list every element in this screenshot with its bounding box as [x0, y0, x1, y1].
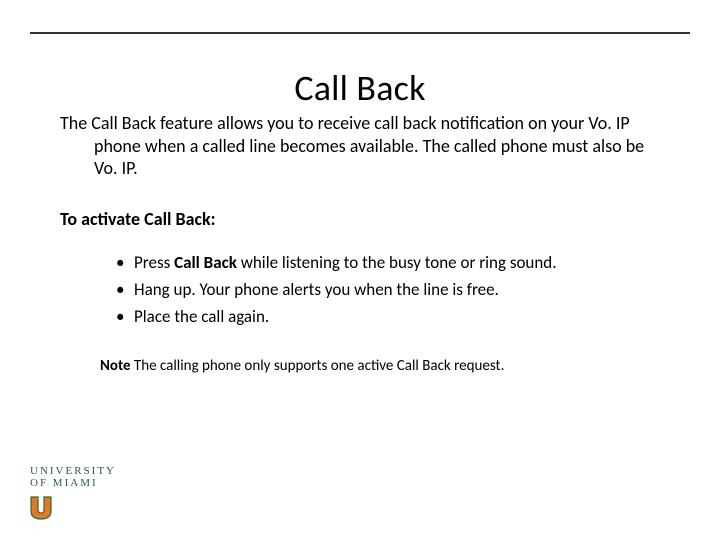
u-logo-icon [30, 496, 52, 520]
step-text-pre: Place the call again. [134, 306, 269, 327]
step-text-pre: Press [134, 252, 174, 273]
university-logo: UNIVERSITY OF MIAMI [30, 465, 116, 520]
steps-list: Press Call Back while listening to the b… [60, 252, 662, 329]
list-item: Hang up. Your phone alerts you when the … [116, 279, 662, 302]
list-item: Press Call Back while listening to the b… [116, 252, 662, 275]
step-text-bold: Call Back [174, 252, 237, 273]
slide: Call Back The Call Back feature allows y… [0, 0, 720, 540]
note-text: The calling phone only supports one acti… [131, 357, 505, 375]
list-item: Place the call again. [116, 306, 662, 329]
logo-line1: UNIVERSITY [30, 465, 116, 478]
note: Note The calling phone only supports one… [100, 357, 662, 377]
step-text-pre: Hang up. Your phone alerts you when the … [134, 279, 499, 300]
logo-wordmark: UNIVERSITY OF MIAMI [30, 465, 116, 490]
section-heading: To activate Call Back: [60, 208, 662, 231]
intro-paragraph: The Call Back feature allows you to rece… [60, 112, 662, 180]
top-rule [30, 32, 690, 34]
note-lead: Note [100, 357, 131, 375]
body-content: The Call Back feature allows you to rece… [60, 112, 662, 391]
logo-line2: OF MIAMI [30, 477, 116, 490]
page-title: Call Back [0, 66, 720, 110]
step-text-post: while listening to the busy tone or ring… [237, 252, 557, 273]
